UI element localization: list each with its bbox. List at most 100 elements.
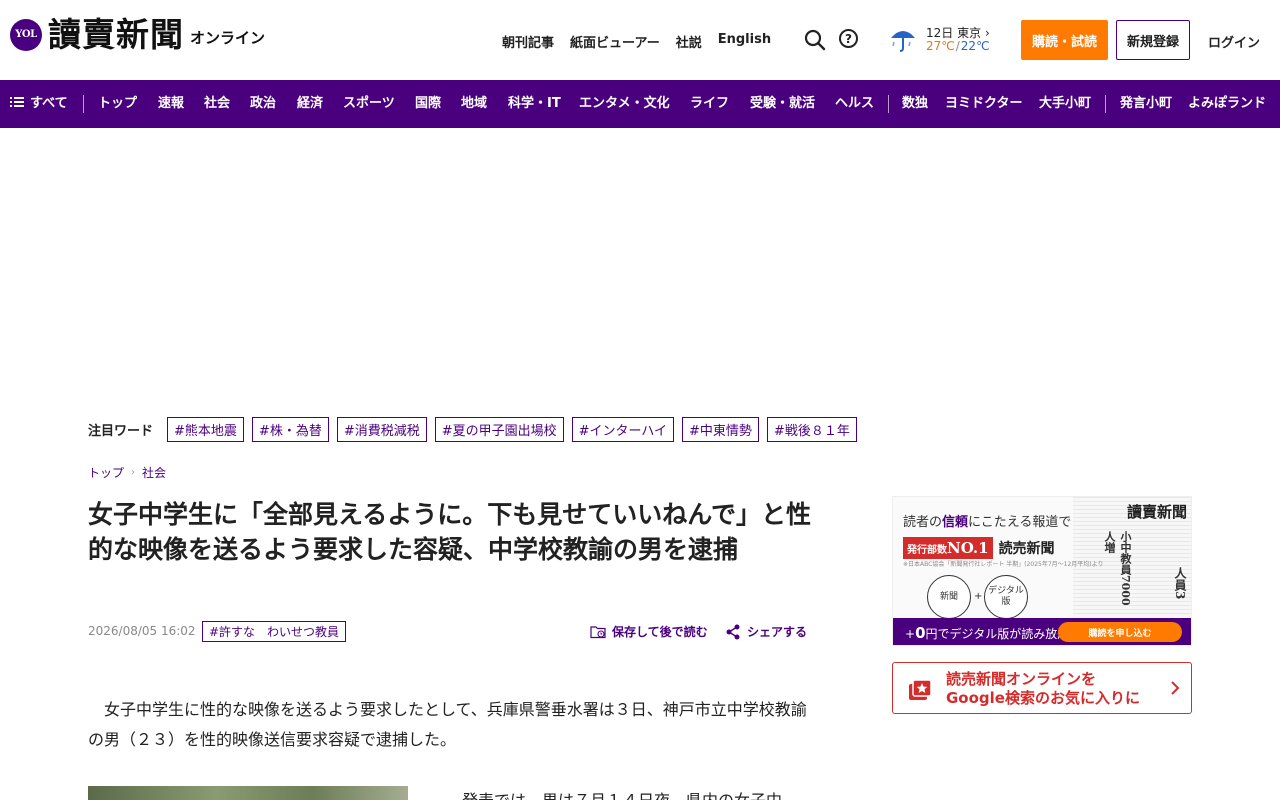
site-header: YOL 讀賣新聞 オンライン 朝刊記事 紙面ビューアー 社説 English ?…: [0, 0, 1280, 80]
save-label: 保存して後で読む: [612, 625, 708, 639]
folder-clock-icon: [590, 625, 606, 638]
nav-all-label: すべて: [30, 96, 68, 111]
chevron-right-icon: ›: [984, 26, 990, 40]
trend-label: 注目ワード: [88, 424, 154, 439]
ad-circle-digital: デジタル版: [984, 575, 1028, 619]
breadcrumb-top[interactable]: トップ: [88, 464, 124, 481]
ad-bottom-bar: +0円でデジタル版が読み放題! 購読を申し込む: [893, 618, 1191, 645]
nav-entertainment[interactable]: エンタメ・文化: [579, 80, 670, 128]
trend-tag[interactable]: #インターハイ: [571, 417, 675, 442]
nav-top[interactable]: トップ: [98, 80, 137, 128]
nav-society[interactable]: 社会: [204, 80, 230, 128]
ad-bar-pre: +: [905, 627, 916, 641]
google-favorite-line2: Google検索のお気に入りに: [946, 689, 1140, 707]
nav-yomipo-land[interactable]: よみぽランド: [1188, 80, 1266, 128]
menu-icon: [10, 97, 24, 107]
weather-widget[interactable]: 12日 東京 › 27℃/22℃: [888, 24, 998, 56]
register-button[interactable]: 新規登録: [1116, 20, 1190, 60]
star-bookmark-icon: [909, 679, 932, 700]
nav-divider: [83, 95, 84, 113]
google-favorite-line1: 読売新聞オンラインを: [946, 670, 1097, 688]
nav-hatsugen-komachi[interactable]: 発言小町: [1120, 80, 1172, 128]
article-paragraph: 発表では、男は７月１４日夜、県内の女子中: [446, 786, 813, 800]
nav-divider: [888, 95, 889, 113]
ad-fine-print: ※日本ABC協会「新聞発行社レポート 半期」(2025年7月〜12月平均)より: [903, 561, 1104, 568]
header-nav-english[interactable]: English: [718, 32, 771, 51]
site-logo[interactable]: YOL 讀賣新聞 オンライン: [10, 18, 265, 51]
article-tag[interactable]: #許すな わいせつ教員: [202, 621, 347, 642]
chevron-right-icon: [1171, 681, 1180, 695]
share-button[interactable]: シェアする: [725, 623, 807, 640]
share-label: シェアする: [747, 625, 808, 639]
ad-yomiuri: 読売新聞: [998, 541, 1055, 557]
nav-politics[interactable]: 政治: [250, 80, 276, 128]
ad-circle-newspaper: 新聞: [927, 575, 971, 619]
nav-sudoku[interactable]: 数独: [902, 80, 928, 128]
save-for-later-button[interactable]: 保存して後で読む: [590, 623, 708, 640]
logo-sub: オンライン: [190, 29, 266, 47]
weather-city: 東京: [957, 26, 982, 40]
article-meta: 2026/08/05 16:02 #許すな わいせつ教員 保存して後で読む シェ…: [88, 620, 813, 644]
weather-slash: /: [955, 39, 960, 53]
ad-bar-post: 円でデジタル版が読み放題!: [925, 627, 1075, 641]
logo-text: 讀賣新聞: [48, 15, 184, 54]
ad-no1-big: NO.1: [947, 539, 989, 557]
header-nav-paper-viewer[interactable]: 紙面ビューアー: [570, 32, 660, 51]
nav-all-menu[interactable]: すべて: [10, 80, 68, 128]
weather-high: 27℃: [926, 39, 955, 53]
umbrella-rain-icon: [891, 31, 915, 52]
nav-local[interactable]: 地域: [461, 80, 487, 128]
nav-science-it[interactable]: 科学・IT: [508, 80, 561, 128]
nav-exams-jobs[interactable]: 受験・就活: [750, 80, 815, 128]
nav-health[interactable]: ヘルス: [835, 80, 874, 128]
ad-catchphrase: 読者の信頼にこたえる報道で: [903, 511, 1071, 530]
paper-headline: 小中教員7000人増: [1103, 531, 1132, 606]
paper-headline-2: 人員3: [1173, 567, 1187, 600]
trend-tag[interactable]: #戦後８１年: [766, 417, 857, 442]
nav-otekomachi[interactable]: 大手小町: [1039, 80, 1091, 128]
breadcrumb: トップ › 社会: [88, 464, 166, 481]
ad-catch-pre: 読者の: [903, 515, 943, 530]
nav-breaking[interactable]: 速報: [158, 80, 184, 128]
nav-sports[interactable]: スポーツ: [343, 80, 395, 128]
article-photo[interactable]: [88, 786, 408, 800]
google-favorite-banner[interactable]: 読売新聞オンラインを Google検索のお気に入りに: [892, 662, 1192, 714]
share-icon: [726, 624, 740, 639]
ad-bar-big: 0: [915, 624, 926, 642]
weather-low: 22℃: [960, 39, 990, 53]
article-date: 2026/08/05 16:02: [88, 624, 196, 638]
trend-tag[interactable]: #消費税減税: [336, 417, 427, 442]
login-button[interactable]: ログイン: [1200, 32, 1268, 51]
weather-date: 12日: [926, 26, 954, 40]
ad-no1-row: 発行部数NO.1 読売新聞: [903, 537, 1055, 559]
ad-apply-button[interactable]: 購読を申し込む: [1058, 622, 1182, 642]
trend-tag[interactable]: #中東情勢: [682, 417, 759, 442]
newspaper-image: 讀賣新聞 小中教員7000人増 人員3: [1073, 497, 1191, 617]
header-nav-editorial[interactable]: 社説: [676, 32, 702, 51]
ad-bar-text: +0円でデジタル版が読み放題!: [905, 624, 1074, 642]
ad-no1-pre: 発行部数: [907, 545, 947, 556]
subscription-ad-banner[interactable]: 讀賣新聞 小中教員7000人増 人員3 読者の信頼にこたえる報道で 発行部数NO…: [892, 496, 1192, 646]
header-nav-morning-paper[interactable]: 朝刊記事: [502, 32, 554, 51]
breadcrumb-society[interactable]: 社会: [142, 464, 166, 481]
nav-life[interactable]: ライフ: [690, 80, 729, 128]
trend-tag[interactable]: #熊本地震: [167, 417, 244, 442]
ad-no1-badge: 発行部数NO.1: [903, 537, 993, 559]
trend-tag[interactable]: #株・為替: [251, 417, 329, 442]
ad-plus: +: [974, 591, 983, 602]
subscribe-button[interactable]: 購読・試読: [1021, 20, 1108, 60]
help-icon[interactable]: ?: [839, 29, 861, 51]
ad-catch-bold: 信頼: [942, 515, 969, 530]
search-icon[interactable]: [804, 29, 826, 51]
trend-tag[interactable]: #夏の甲子園出場校: [434, 417, 564, 442]
nav-yomidr[interactable]: ヨミドクター: [945, 80, 1022, 128]
header-nav: 朝刊記事 紙面ビューアー 社説 English: [502, 32, 787, 51]
google-favorite-text: 読売新聞オンラインを Google検索のお気に入りに: [946, 670, 1140, 708]
paper-title: 讀賣新聞: [1126, 503, 1187, 521]
category-nav: すべて トップ 速報 社会 政治 経済 スポーツ 国際 地域 科学・IT エンタ…: [0, 80, 1280, 128]
nav-world[interactable]: 国際: [415, 80, 441, 128]
nav-divider: [1105, 95, 1106, 113]
trend-words: 注目ワード #熊本地震 #株・為替 #消費税減税 #夏の甲子園出場校 #インター…: [88, 417, 865, 442]
nav-economy[interactable]: 経済: [297, 80, 323, 128]
ad-catch-post: にこたえる報道で: [968, 515, 1072, 530]
